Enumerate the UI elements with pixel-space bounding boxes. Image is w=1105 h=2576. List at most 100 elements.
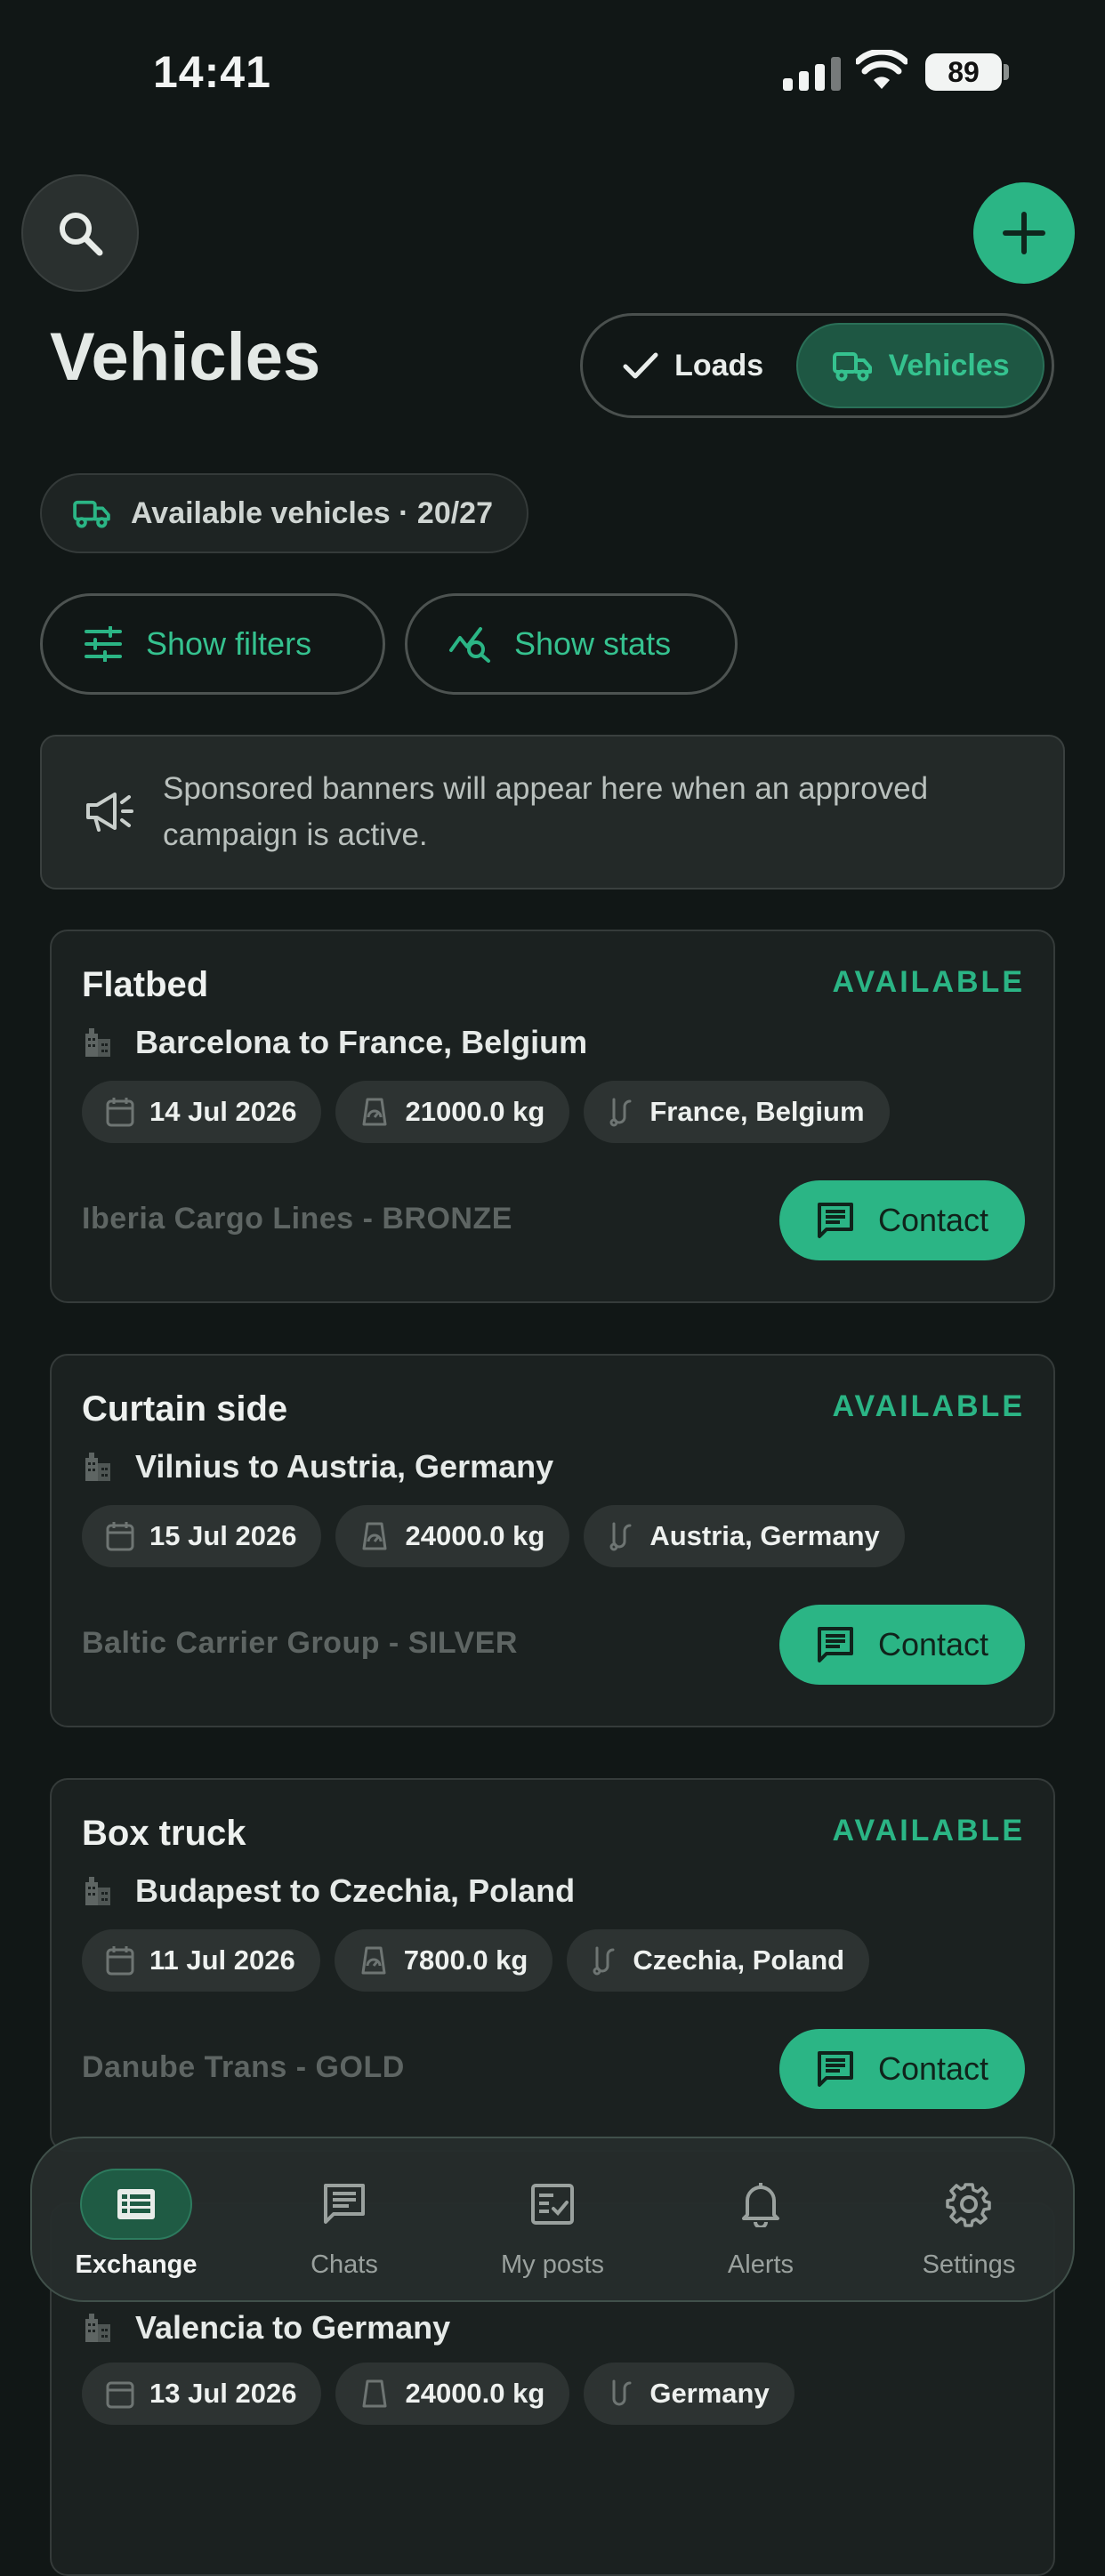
route-text: Budapest to Czechia, Poland (135, 1872, 576, 1909)
destinations-chip: Germany (584, 2363, 794, 2425)
card-details: 11 Jul 2026 7800.0 kg Czechia, Poland (82, 1929, 870, 1992)
route: Budapest to Czechia, Poland (82, 1872, 575, 1910)
nav-settings[interactable]: Settings (865, 2138, 1073, 2304)
date-value: 14 Jul 2026 (149, 1096, 297, 1127)
route-icon (593, 1946, 615, 1976)
weight-chip: 24000.0 kg (335, 2363, 570, 2425)
search-button[interactable] (21, 174, 139, 292)
destinations-chip: France, Belgium (584, 1081, 890, 1143)
nav-chats-label: Chats (311, 2250, 378, 2279)
route-text: Vilnius to Austria, Germany (135, 1448, 554, 1485)
available-vehicles-label: Available vehicles · 20/27 (131, 495, 493, 530)
destinations-value: Germany (649, 2378, 770, 2409)
route: Vilnius to Austria, Germany (82, 1448, 553, 1485)
contact-label: Contact (877, 2050, 989, 2087)
destinations-value: Czechia, Poland (633, 1944, 845, 1976)
destinations-chip: Czechia, Poland (567, 1929, 870, 1992)
chat-icon (817, 2051, 853, 2087)
contact-button[interactable]: Contact (779, 1605, 1025, 1685)
route-text: Valencia to Germany (135, 2309, 451, 2346)
bell-icon (705, 2169, 817, 2240)
bottom-navigation: Exchange Chats My posts Alerts Settings (30, 2137, 1075, 2302)
building-icon (85, 1028, 110, 1057)
route: Valencia to Germany (82, 2309, 450, 2347)
add-button[interactable] (973, 182, 1075, 284)
search-icon (60, 213, 103, 256)
page-title: Vehicles (50, 319, 321, 395)
weight-value: 24000.0 kg (405, 2378, 545, 2409)
weight-value: 7800.0 kg (403, 1944, 528, 1976)
cellular-signal-icon (783, 57, 841, 91)
route-icon (609, 1098, 632, 1127)
vehicle-card[interactable]: Curtain side AVAILABLE Vilnius to Austri… (50, 1354, 1055, 1727)
nav-my-posts[interactable]: My posts (448, 2138, 657, 2304)
card-details: 13 Jul 2026 24000.0 kg Germany (82, 2363, 794, 2425)
vehicle-type: Flatbed (82, 965, 209, 1004)
vehicle-type: Curtain side (82, 1389, 288, 1429)
nav-exchange[interactable]: Exchange (32, 2138, 240, 2304)
vehicle-card[interactable]: Flatbed AVAILABLE Barcelona to France, B… (50, 930, 1055, 1303)
nav-alerts[interactable]: Alerts (657, 2138, 865, 2304)
show-stats-label: Show stats (514, 625, 672, 662)
date-chip: 13 Jul 2026 (82, 2363, 322, 2425)
contact-button[interactable]: Contact (779, 2029, 1025, 2109)
status-time: 14:41 (153, 47, 271, 97)
nav-chats[interactable]: Chats (240, 2138, 448, 2304)
calendar-icon (106, 1946, 134, 1976)
calendar-icon (106, 1522, 134, 1551)
plus-icon (1003, 212, 1045, 254)
contact-button[interactable]: Contact (779, 1180, 1025, 1260)
check-icon (623, 352, 658, 379)
route-text: Barcelona to France, Belgium (135, 1024, 588, 1060)
toggle-vehicles-label: Vehicles (888, 348, 1010, 382)
company-name: Danube Trans - GOLD (82, 2050, 405, 2084)
chat-icon (288, 2169, 400, 2240)
building-icon (85, 2314, 110, 2342)
nav-settings-label: Settings (922, 2250, 1016, 2279)
truck-icon (73, 500, 110, 528)
route-icon (609, 1522, 632, 1551)
chat-icon (817, 1627, 853, 1662)
toggle-loads[interactable]: Loads (590, 323, 796, 408)
weight-chip: 7800.0 kg (334, 1929, 553, 1992)
available-vehicles-badge: Available vehicles · 20/27 (40, 473, 528, 553)
destinations-value: France, Belgium (649, 1096, 865, 1127)
card-details: 14 Jul 2026 21000.0 kg France, Belgium (82, 1081, 890, 1143)
status-badge: AVAILABLE (832, 965, 1025, 999)
weight-chip: 21000.0 kg (335, 1081, 570, 1143)
battery-cap (1004, 64, 1009, 80)
toggle-loads-label: Loads (674, 348, 764, 382)
route-icon (612, 2379, 632, 2406)
route: Barcelona to France, Belgium (82, 1024, 587, 1061)
contact-label: Contact (877, 1626, 989, 1662)
date-chip: 15 Jul 2026 (82, 1505, 322, 1567)
truck-icon (832, 352, 872, 382)
weight-icon (362, 1098, 387, 1126)
sliders-icon (85, 626, 122, 662)
chat-icon (817, 1203, 853, 1238)
company-name: Iberia Cargo Lines - BRONZE (82, 1202, 512, 1236)
show-filters-label: Show filters (146, 625, 312, 662)
weight-icon (362, 2379, 387, 2408)
table-list-icon (80, 2169, 192, 2240)
toggle-vehicles[interactable]: Vehicles (796, 323, 1045, 408)
megaphone-icon (86, 793, 133, 832)
status-badge: AVAILABLE (832, 1814, 1025, 1847)
weight-icon (361, 1946, 386, 1975)
date-value: 13 Jul 2026 (149, 2378, 297, 2409)
weight-chip: 24000.0 kg (335, 1505, 570, 1567)
destinations-value: Austria, Germany (649, 1520, 880, 1551)
company-name: Baltic Carrier Group - SILVER (82, 1626, 518, 1660)
chart-search-icon (449, 627, 490, 663)
wifi-icon (856, 50, 907, 89)
sponsored-banner-text: Sponsored banners will appear here when … (163, 771, 929, 852)
weight-icon (362, 1522, 387, 1550)
mode-toggle: Loads Vehicles (580, 313, 1054, 418)
show-filters-button[interactable]: Show filters (40, 593, 385, 695)
vehicle-card[interactable]: Box truck AVAILABLE Budapest to Czechia,… (50, 1778, 1055, 2152)
posts-check-icon (496, 2169, 609, 2240)
status-badge: AVAILABLE (832, 1389, 1025, 1423)
show-stats-button[interactable]: Show stats (405, 593, 738, 695)
date-chip: 11 Jul 2026 (82, 1929, 320, 1992)
date-value: 15 Jul 2026 (149, 1520, 297, 1551)
